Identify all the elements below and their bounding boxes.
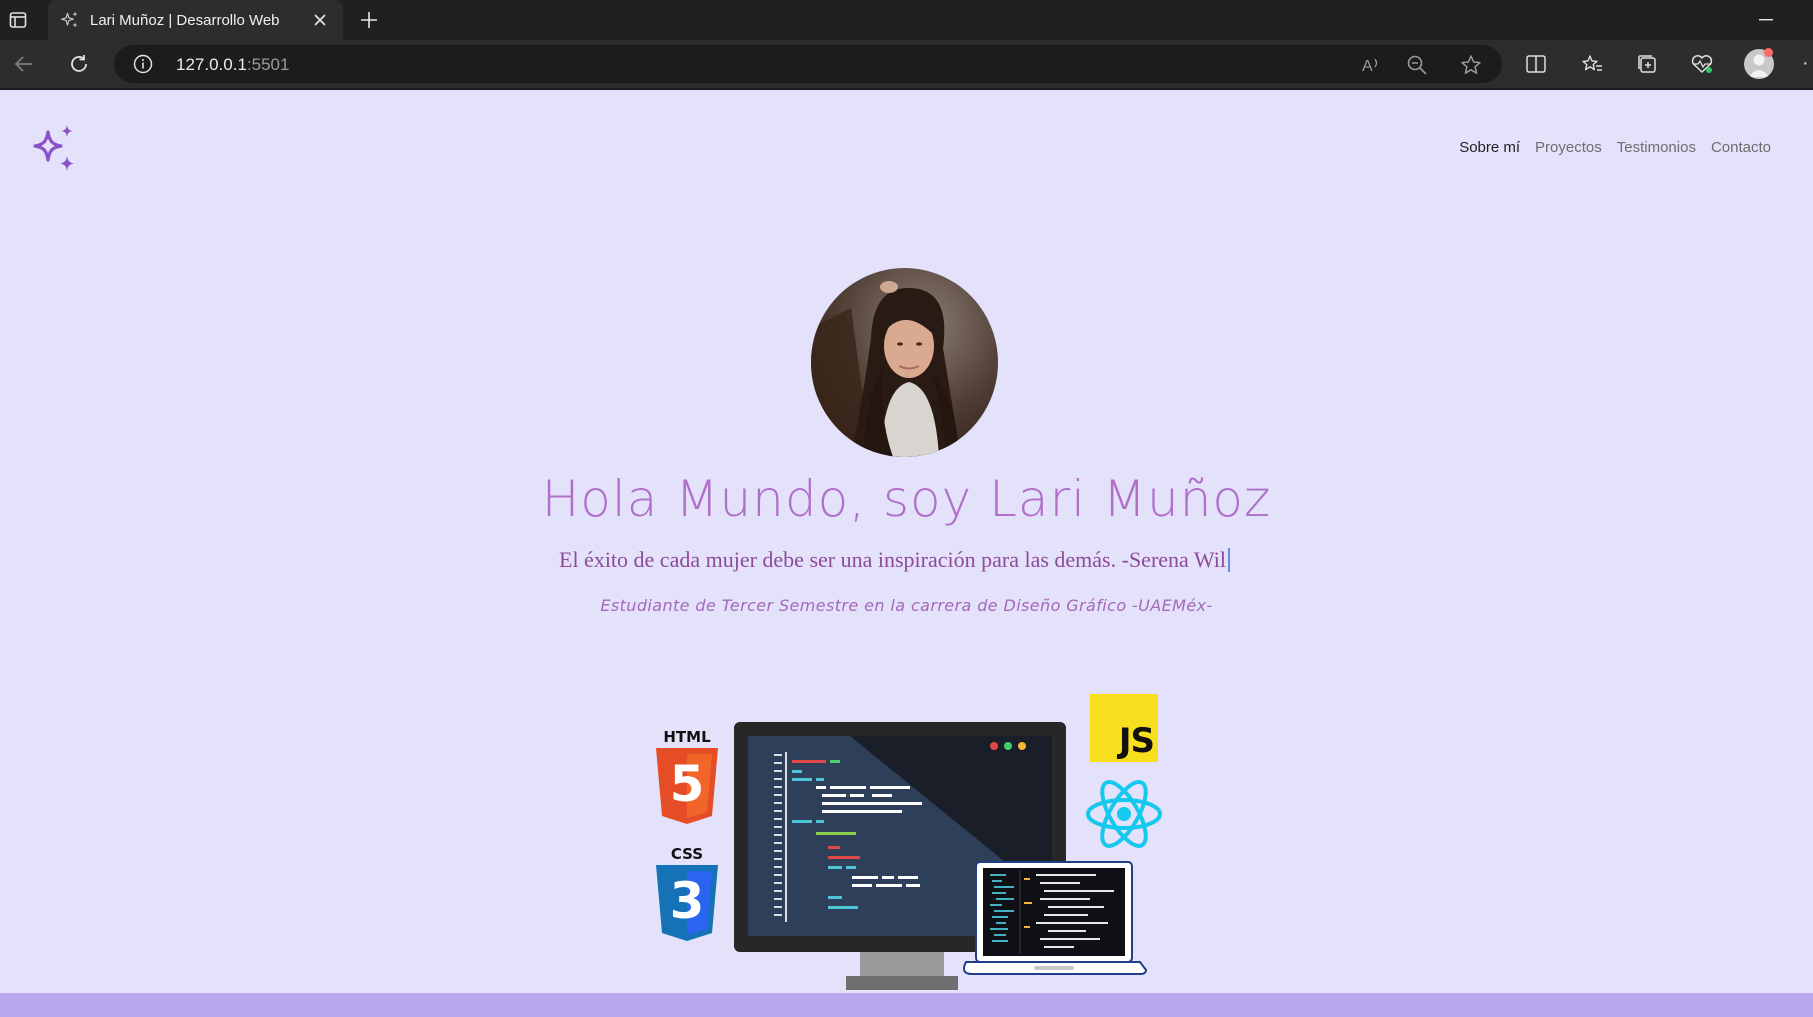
- url-text[interactable]: 127.0.0.1:5501: [176, 55, 289, 75]
- css3-number: 3: [669, 872, 705, 930]
- profile-photo: [811, 268, 998, 457]
- zoom-out-icon[interactable]: [1404, 52, 1430, 78]
- sparkle-logo-icon[interactable]: [28, 122, 80, 174]
- browser-tab-bar: Lari Muñoz | Desarrollo Web: [0, 0, 1813, 40]
- tab-close-icon[interactable]: [309, 9, 331, 31]
- hero-subtitle: Estudiante de Tercer Semestre en la carr…: [600, 596, 1213, 615]
- html5-number: 5: [669, 755, 705, 813]
- js-label: JS: [1118, 721, 1155, 761]
- browser-toolbar: 127.0.0.1:5501 A ·: [0, 40, 1813, 88]
- settings-more-icon[interactable]: ·: [1802, 52, 1809, 75]
- toolbar-divider: [0, 88, 1813, 90]
- nav-link-contacto[interactable]: Contacto: [1711, 139, 1771, 156]
- url-host: 127.0.0.1: [176, 55, 247, 74]
- quote-text: El éxito de cada mujer debe ser una insp…: [559, 547, 1227, 572]
- nav-link-proyectos[interactable]: Proyectos: [1535, 139, 1602, 156]
- address-bar[interactable]: 127.0.0.1:5501 A: [114, 45, 1502, 83]
- url-port: :5501: [246, 55, 290, 74]
- react-logo-icon: [1084, 778, 1164, 850]
- javascript-logo-icon: JS: [1090, 694, 1158, 762]
- tab-actions-icon[interactable]: [6, 8, 30, 32]
- minimize-window-icon[interactable]: [1752, 8, 1780, 32]
- sparkle-favicon-icon: [60, 10, 80, 30]
- svg-text:A: A: [1362, 58, 1373, 75]
- css3-label: CSS: [670, 845, 704, 863]
- favorite-star-icon[interactable]: [1458, 52, 1484, 78]
- html5-label: HTML: [663, 728, 711, 746]
- browser-essentials-icon[interactable]: [1688, 50, 1716, 78]
- nav-link-sobre-mi[interactable]: Sobre mí: [1459, 139, 1520, 156]
- hero-title: Hola Mundo, soy Lari Muñoz: [541, 470, 1272, 528]
- collections-icon[interactable]: [1633, 50, 1661, 78]
- split-screen-icon[interactable]: [1522, 50, 1550, 78]
- back-icon[interactable]: [10, 50, 38, 78]
- new-tab-icon[interactable]: [355, 6, 383, 34]
- site-info-icon[interactable]: [132, 53, 154, 75]
- coding-illustration: HTML 5 CSS 3 JS: [640, 690, 1170, 995]
- site-nav: Sobre mí Proyectos Testimonios Contacto: [1459, 139, 1771, 156]
- favorites-icon[interactable]: [1578, 50, 1606, 78]
- typing-quote: El éxito de cada mujer debe ser una insp…: [559, 547, 1231, 573]
- css3-logo-icon: CSS 3: [652, 845, 722, 943]
- typing-cursor: [1228, 548, 1231, 572]
- html5-logo-icon: HTML 5: [652, 728, 722, 826]
- read-aloud-icon[interactable]: A: [1358, 52, 1384, 78]
- reload-icon[interactable]: [65, 50, 93, 78]
- nav-link-testimonios[interactable]: Testimonios: [1617, 139, 1696, 156]
- tab-title: Lari Muñoz | Desarrollo Web: [90, 11, 280, 29]
- footer-strip: [0, 993, 1813, 1017]
- profile-notification-dot: [1764, 48, 1773, 57]
- browser-tab-active[interactable]: Lari Muñoz | Desarrollo Web: [48, 0, 343, 40]
